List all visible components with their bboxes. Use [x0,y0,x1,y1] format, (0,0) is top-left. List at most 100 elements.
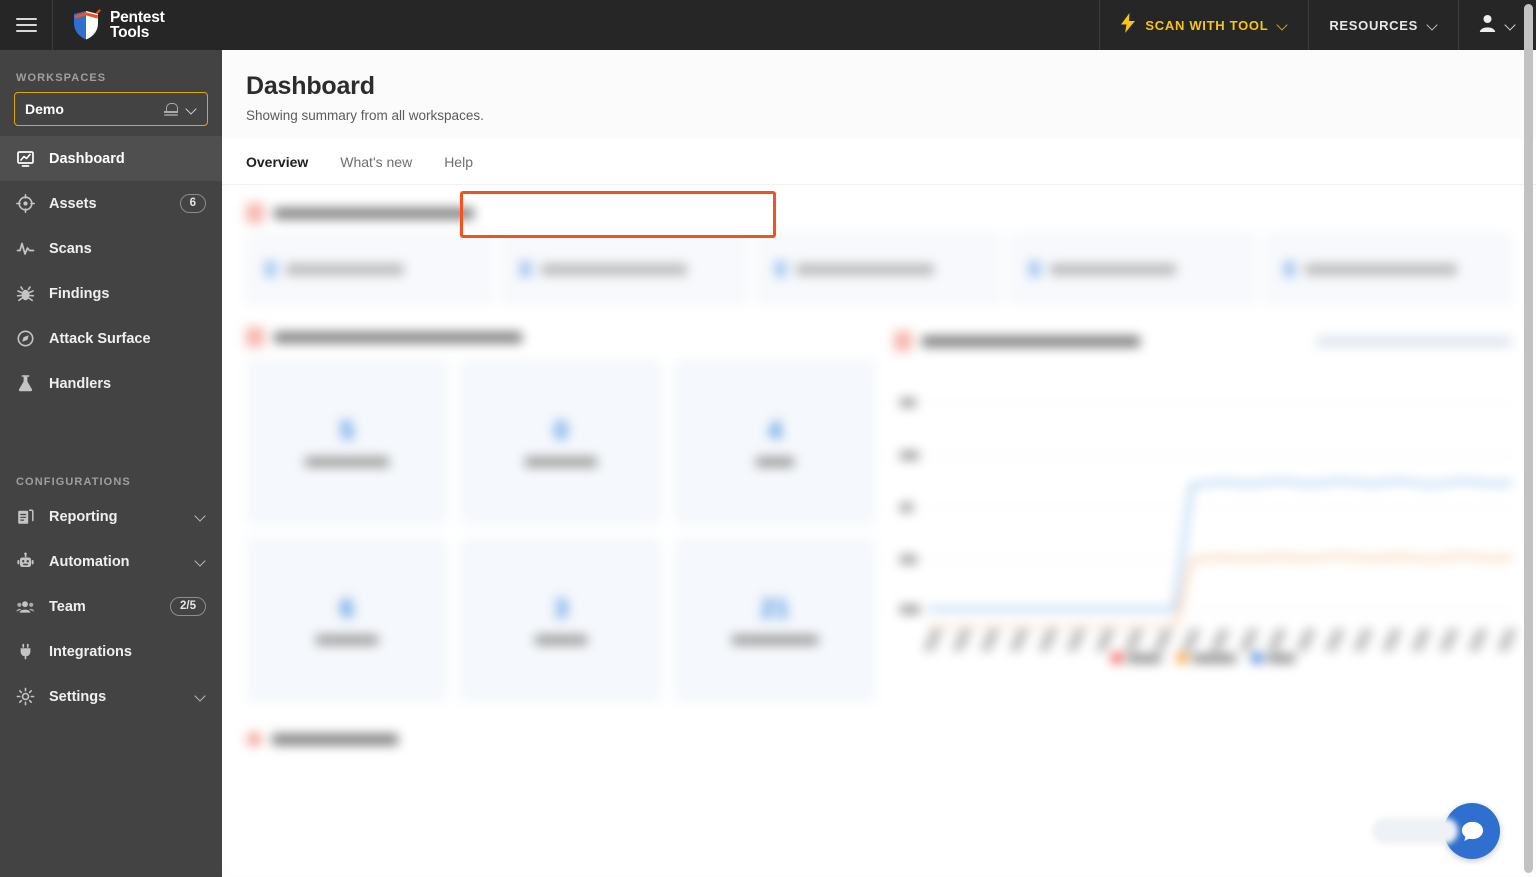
series-line-medium [928,553,1512,627]
body-wrapper: WORKSPACES Demo Dashboard Assets 6 Scans… [0,50,1536,877]
section-marker-icon [246,203,264,223]
sidebar-item-integrations[interactable]: Integrations [0,629,222,674]
card-icon [1284,261,1296,277]
redacted-chart-control[interactable] [1316,335,1512,347]
scrollbar-thumb[interactable] [1524,4,1533,873]
gear-icon [16,687,35,706]
bell-icon[interactable] [164,102,178,117]
hamburger-icon [15,14,37,36]
sidebar-item-handlers[interactable]: Handlers [0,361,222,406]
sidebar-item-scans[interactable]: Scans [0,226,222,271]
robot-icon [16,552,35,571]
summary-card[interactable] [246,233,493,305]
stat-tile-grid: 5 0 4 6 3 21 [246,359,876,703]
chat-widget[interactable] [1372,803,1500,859]
redacted-label [525,457,597,467]
team-seats-badge: 2/5 [170,597,206,616]
x-axis-tick [1095,629,1116,651]
sidebar-item-label: Scans [49,240,92,257]
stat-tile[interactable]: 5 [246,359,448,525]
chat-teaser-pill [1372,818,1458,844]
assets-count-badge: 6 [179,194,206,213]
sidebar-item-settings[interactable]: Settings [0,674,222,719]
redacted-label [316,635,378,645]
brand-logo-text: Pentest Tools [110,9,165,41]
stat-value: 4 [767,415,783,445]
people-icon [16,597,35,616]
stat-tile[interactable]: 4 [674,359,876,525]
chevron-down-icon [195,556,206,567]
redacted-label [286,263,404,275]
page-scrollbar[interactable] [1524,4,1533,873]
scan-with-tool-button[interactable]: SCAN WITH TOOL [1099,0,1308,50]
workspace-selector[interactable]: Demo [14,92,208,126]
redacted-label [305,457,389,467]
summary-card[interactable] [1010,233,1258,305]
brand-logo-line1: Pentest [110,9,165,26]
section-marker-icon [894,331,912,351]
chevron-down-icon [195,691,206,702]
stat-tile[interactable]: 6 [246,537,448,703]
redacted-label [272,733,398,745]
series-line-low [928,479,1512,611]
lightning-bolt-icon [1120,12,1136,38]
sidebar-item-dashboard[interactable]: Dashboard [0,136,222,181]
sidebar-item-label: Findings [49,285,110,302]
target-icon [16,194,35,213]
tiles-column: 5 0 4 6 3 21 [246,321,876,703]
summary-card[interactable] [755,233,1003,305]
x-axis-tick [1468,629,1488,651]
legend-item-low[interactable] [1251,653,1295,663]
sidebar-item-reporting[interactable]: Reporting [0,494,222,539]
stat-tile[interactable]: 3 [460,537,662,703]
sidebar-item-label: Automation [49,553,130,570]
summary-card-row [246,233,1512,305]
sidebar-item-label: Attack Surface [49,330,151,347]
compass-icon [16,329,35,348]
x-axis-tick [1037,629,1058,651]
dashboard-content-redacted: 5 0 4 6 3 21 [222,185,1536,877]
sidebar-item-label: Settings [49,688,107,705]
card-icon [1029,261,1041,277]
report-icon [16,507,35,526]
legend-swatch [1176,653,1187,663]
sidebar-item-assets[interactable]: Assets 6 [0,181,222,226]
x-axis-tick [1209,629,1230,651]
sidebar-item-attack-surface[interactable]: Attack Surface [0,316,222,361]
chevron-down-icon [1277,20,1288,31]
stat-value: 3 [553,593,569,623]
stat-tile[interactable]: 21 [674,537,876,703]
sidebar-item-label: Dashboard [49,150,125,167]
sidebar-workspaces-heading: WORKSPACES [16,72,107,84]
hamburger-menu-button[interactable] [0,0,53,50]
page-title: Dashboard [246,72,375,100]
page-subtitle: Showing summary from all workspaces. [246,108,484,123]
redacted-label [795,263,934,275]
stat-tile[interactable]: 0 [460,359,662,525]
section-heading-3 [246,725,1512,757]
sidebar-item-automation[interactable]: Automation [0,539,222,584]
scan-with-tool-label: SCAN WITH TOOL [1145,17,1269,33]
summary-card[interactable] [500,233,748,305]
sidebar-item-label: Handlers [49,375,112,392]
summary-card[interactable] [1265,233,1512,305]
tab-overview[interactable]: Overview [246,139,308,185]
x-axis-tick [1353,629,1374,651]
legend-item-medium[interactable] [1176,653,1236,663]
brand-logo[interactable]: Pentest Tools [53,0,183,50]
sidebar-item-findings[interactable]: Findings [0,271,222,316]
severity-trend-chart [894,377,1517,651]
resources-label: RESOURCES [1329,17,1418,33]
tab-help[interactable]: Help [444,139,473,185]
x-axis-tick [1296,629,1316,651]
pulse-icon [16,239,35,258]
resources-button[interactable]: RESOURCES [1308,0,1458,50]
sidebar: WORKSPACES Demo Dashboard Assets 6 Scans… [0,50,222,877]
sidebar-item-team[interactable]: Team 2/5 [0,584,222,629]
section-heading-1 [246,185,1512,233]
sidebar-item-label: Reporting [49,508,118,525]
legend-item-high[interactable] [1111,653,1161,663]
chevron-down-icon [195,511,206,522]
tab-whats-new[interactable]: What's new [340,139,412,185]
